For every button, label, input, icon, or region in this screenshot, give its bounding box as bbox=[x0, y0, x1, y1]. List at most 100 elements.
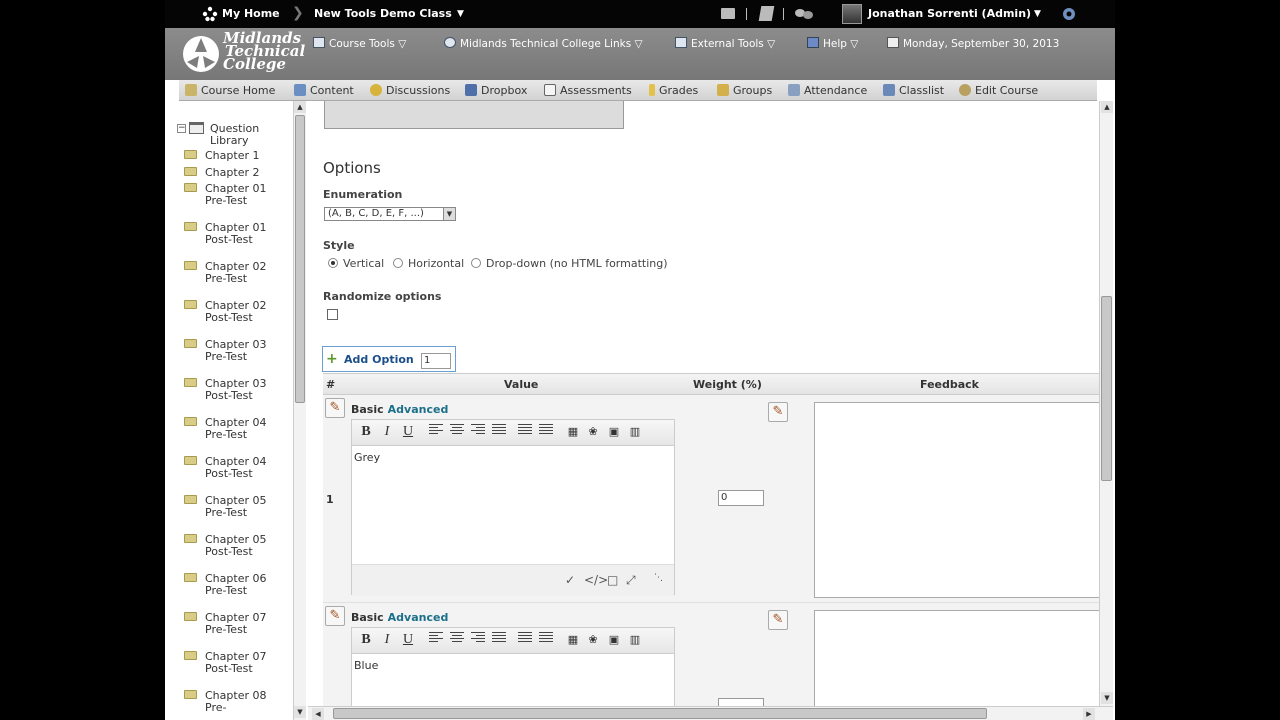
option-value-editor[interactable]: B I U ▦ ❀ ▣ ▥ Grey ✓ </> □ ⤢ ⋱ bbox=[351, 419, 675, 596]
nav-dropbox[interactable]: Dropbox bbox=[465, 83, 527, 98]
weight-input[interactable]: 0 bbox=[718, 490, 764, 506]
italic-icon[interactable]: I bbox=[379, 632, 395, 648]
tree-item-chapter[interactable]: Chapter 06 Pre-Test bbox=[184, 573, 285, 597]
tree-item-chapter[interactable]: Chapter 01 Post-Test bbox=[184, 222, 285, 246]
feedback-edit-pencil-icon[interactable]: ✎ bbox=[768, 402, 788, 422]
radio-button[interactable] bbox=[471, 258, 481, 268]
home-icon[interactable] bbox=[202, 6, 218, 22]
edit-pencil-icon[interactable]: ✎ bbox=[325, 398, 345, 418]
tree-item-chapter[interactable]: Chapter 05 Post-Test bbox=[184, 534, 285, 558]
scroll-right-icon[interactable]: ▶ bbox=[1083, 708, 1095, 720]
resize-handle-icon[interactable]: ⋱ bbox=[654, 573, 663, 583]
align-right-icon[interactable] bbox=[471, 632, 485, 644]
italic-icon[interactable]: I bbox=[379, 424, 395, 440]
style-radio-vertical[interactable]: Vertical bbox=[328, 257, 384, 271]
underline-icon[interactable]: U bbox=[400, 424, 416, 440]
weight-input[interactable] bbox=[718, 698, 764, 706]
user-dropdown-icon[interactable]: ▼ bbox=[1034, 0, 1041, 28]
tree-item-chapter[interactable]: Chapter 07 Post-Test bbox=[184, 651, 285, 675]
course-selector[interactable]: New Tools Demo Class bbox=[314, 0, 452, 28]
tree-item-chapter[interactable]: Chapter 2 bbox=[184, 167, 285, 179]
tree-item-chapter[interactable]: Chapter 01 Pre-Test bbox=[184, 183, 285, 207]
numbered-list-icon[interactable] bbox=[539, 632, 553, 644]
course-tools-menu[interactable]: Course Tools ▽ bbox=[313, 37, 406, 51]
insert-image-icon[interactable]: ▣ bbox=[606, 632, 622, 648]
bold-icon[interactable]: B bbox=[358, 424, 374, 440]
help-menu[interactable]: Help ▽ bbox=[807, 37, 858, 51]
edit-pencil-icon[interactable]: ✎ bbox=[325, 606, 345, 626]
tree-scrollbar[interactable]: ▲ ▼ bbox=[293, 101, 306, 720]
chat-icon[interactable] bbox=[794, 8, 814, 20]
numbered-list-icon[interactable] bbox=[539, 424, 553, 436]
avatar[interactable] bbox=[842, 4, 862, 24]
bullet-list-icon[interactable] bbox=[518, 632, 532, 644]
insert-equation-icon[interactable]: ❀ bbox=[585, 632, 601, 648]
spellcheck-icon[interactable]: ✓ bbox=[565, 573, 575, 587]
bold-icon[interactable]: B bbox=[358, 632, 374, 648]
tree-item-chapter[interactable]: Chapter 07 Pre-Test bbox=[184, 612, 285, 636]
align-justify-icon[interactable] bbox=[492, 424, 506, 436]
main-hscroll-thumb[interactable] bbox=[333, 708, 987, 719]
external-tools-menu[interactable]: External Tools ▽ bbox=[675, 37, 775, 51]
more-tools-icon[interactable]: ▥ bbox=[627, 632, 643, 648]
option-value-text[interactable]: Blue bbox=[352, 654, 674, 677]
tree-scroll-thumb[interactable] bbox=[295, 115, 305, 403]
insert-equation-icon[interactable]: ❀ bbox=[585, 424, 601, 440]
underline-icon[interactable]: U bbox=[400, 632, 416, 648]
tree-item-chapter[interactable]: Chapter 04 Pre-Test bbox=[184, 417, 285, 441]
option-value-editor[interactable]: B I U ▦ ❀ ▣ ▥ Blue bbox=[351, 627, 675, 706]
scroll-up-icon[interactable]: ▲ bbox=[1101, 101, 1113, 113]
align-center-icon[interactable] bbox=[450, 632, 464, 644]
feedback-textarea[interactable] bbox=[814, 610, 1099, 706]
align-center-icon[interactable] bbox=[450, 424, 464, 436]
align-left-icon[interactable] bbox=[429, 632, 443, 644]
tab-basic[interactable]: Basic bbox=[351, 403, 384, 416]
scroll-down-icon[interactable]: ▼ bbox=[1101, 692, 1113, 704]
feedback-edit-pencil-icon[interactable]: ✎ bbox=[768, 610, 788, 630]
insert-table-icon[interactable]: ▦ bbox=[565, 424, 581, 440]
scroll-left-icon[interactable]: ◀ bbox=[312, 708, 324, 720]
radio-button[interactable] bbox=[328, 258, 338, 268]
collapse-icon[interactable]: − bbox=[177, 124, 186, 133]
main-scroll-thumb[interactable] bbox=[1101, 296, 1112, 481]
align-justify-icon[interactable] bbox=[492, 632, 506, 644]
nav-grades[interactable]: Grades bbox=[649, 83, 698, 98]
bullet-list-icon[interactable] bbox=[518, 424, 532, 436]
insert-table-icon[interactable]: ▦ bbox=[565, 632, 581, 648]
tree-item-chapter[interactable]: Chapter 03 Pre-Test bbox=[184, 339, 285, 363]
align-right-icon[interactable] bbox=[471, 424, 485, 436]
preview-icon[interactable]: □ bbox=[607, 573, 618, 587]
nav-attendance[interactable]: Attendance bbox=[788, 83, 867, 98]
style-radio-dropdown[interactable]: Drop-down (no HTML formatting) bbox=[471, 257, 668, 271]
tab-basic[interactable]: Basic bbox=[351, 611, 384, 624]
course-dropdown-icon[interactable]: ▼ bbox=[457, 0, 464, 28]
main-horizontal-scrollbar[interactable]: ◀ ▶ bbox=[308, 706, 1113, 720]
add-option-count-input[interactable]: 1 bbox=[421, 353, 451, 369]
question-text-area[interactable] bbox=[324, 101, 624, 129]
style-radio-horizontal[interactable]: Horizontal bbox=[393, 257, 464, 271]
main-scrollbar[interactable]: ▲ ▼ bbox=[1099, 101, 1113, 706]
radio-button[interactable] bbox=[393, 258, 403, 268]
add-option-button[interactable]: + Add Option 1 bbox=[322, 346, 456, 372]
enumeration-select[interactable]: (A, B, C, D, E, F, ...) ▼ bbox=[324, 207, 456, 221]
tree-item-chapter[interactable]: Chapter 08 Pre- bbox=[184, 690, 285, 714]
my-home-link[interactable]: My Home bbox=[222, 0, 280, 28]
college-links-menu[interactable]: Midlands Technical College Links ▽ bbox=[444, 37, 643, 51]
settings-icon[interactable] bbox=[1061, 6, 1077, 22]
nav-classlist[interactable]: Classlist bbox=[883, 83, 944, 98]
tab-advanced[interactable]: Advanced bbox=[388, 611, 449, 624]
align-left-icon[interactable] bbox=[429, 424, 443, 436]
more-tools-icon[interactable]: ▥ bbox=[627, 424, 643, 440]
tree-item-chapter[interactable]: Chapter 05 Pre-Test bbox=[184, 495, 285, 519]
tree-item-chapter[interactable]: Chapter 02 Post-Test bbox=[184, 300, 285, 324]
tree-item-chapter[interactable]: Chapter 02 Pre-Test bbox=[184, 261, 285, 285]
nav-discussions[interactable]: Discussions bbox=[370, 83, 450, 98]
tab-advanced[interactable]: Advanced bbox=[388, 403, 449, 416]
scroll-down-icon[interactable]: ▼ bbox=[294, 706, 306, 718]
html-source-icon[interactable]: </> bbox=[584, 573, 608, 587]
tree-item-chapter[interactable]: Chapter 1 bbox=[184, 150, 285, 162]
tree-item-chapter[interactable]: Chapter 04 Post-Test bbox=[184, 456, 285, 480]
insert-image-icon[interactable]: ▣ bbox=[606, 424, 622, 440]
fullscreen-icon[interactable]: ⤢ bbox=[626, 573, 636, 588]
tree-root-question-library[interactable]: Question Library bbox=[210, 123, 280, 147]
